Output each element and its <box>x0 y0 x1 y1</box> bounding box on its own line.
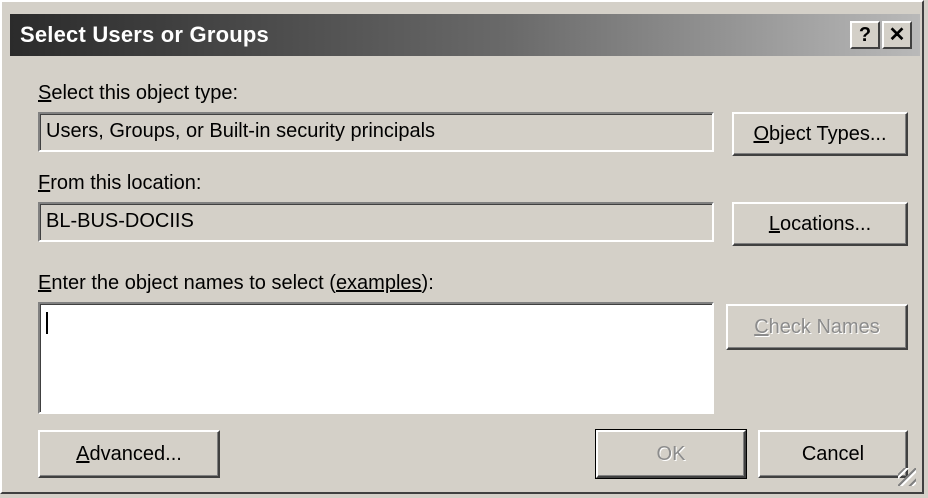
location-value: BL-BUS-DOCIIS <box>46 210 194 232</box>
close-button[interactable]: ✕ <box>882 21 912 49</box>
location-label-text: rom this location: <box>50 172 202 194</box>
object-names-label-text: nter the object names to select ( <box>51 272 336 294</box>
object-type-label: Select this object type: <box>38 82 238 105</box>
ok-button[interactable]: OK <box>595 429 747 479</box>
object-type-label-text: elect this object type: <box>51 82 239 104</box>
check-names-button-mnemonic: C <box>754 315 769 338</box>
object-types-button[interactable]: Object Types... <box>732 112 908 156</box>
object-types-button-label: bject Types... <box>769 122 887 145</box>
help-button[interactable]: ? <box>850 21 880 49</box>
text-caret <box>46 312 48 334</box>
object-names-label-end: ): <box>421 272 434 294</box>
cancel-button-label: Cancel <box>801 442 865 465</box>
locations-button-label: ocations... <box>779 212 872 235</box>
locations-button[interactable]: Locations... <box>732 202 908 246</box>
ok-button-label: OK <box>656 442 686 465</box>
location-field: BL-BUS-DOCIIS <box>38 202 714 242</box>
object-names-label-mnemonic: E <box>38 272 52 294</box>
select-users-dialog: Select Users or Groups ? ✕ Select this o… <box>0 0 924 494</box>
check-names-button-label: heck Names <box>768 315 880 338</box>
cancel-button[interactable]: Cancel <box>758 430 908 478</box>
object-type-field: Users, Groups, or Built-in security prin… <box>38 112 714 152</box>
object-type-label-mnemonic: S <box>38 82 52 104</box>
close-icon: ✕ <box>888 24 906 46</box>
advanced-button-label: dvanced... <box>89 442 182 465</box>
resize-grip-icon[interactable] <box>898 468 916 486</box>
object-names-input[interactable] <box>38 302 714 414</box>
advanced-button[interactable]: Advanced... <box>38 430 220 478</box>
locations-button-mnemonic: L <box>768 212 780 235</box>
advanced-button-mnemonic: A <box>76 442 90 465</box>
examples-link[interactable]: examples <box>336 272 422 294</box>
location-label-mnemonic: F <box>38 172 51 194</box>
object-names-label: Enter the object names to select (exampl… <box>38 272 434 295</box>
dialog-title: Select Users or Groups <box>20 22 269 47</box>
object-types-button-mnemonic: O <box>753 122 770 145</box>
check-names-button[interactable]: Check Names <box>726 304 908 350</box>
title-bar[interactable]: Select Users or Groups ? ✕ <box>10 14 920 56</box>
help-icon: ? <box>858 24 872 46</box>
object-type-value: Users, Groups, or Built-in security prin… <box>46 120 436 142</box>
location-label: From this location: <box>38 172 201 195</box>
